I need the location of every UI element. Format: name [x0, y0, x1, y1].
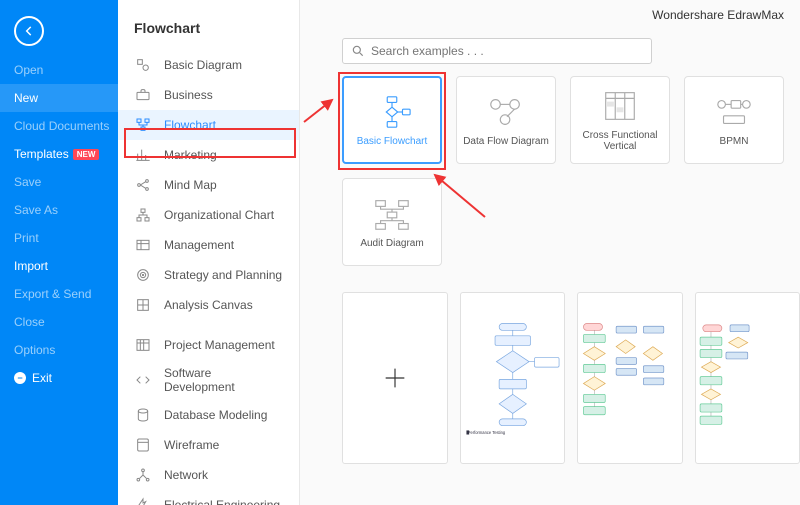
search-box[interactable]: [342, 38, 652, 64]
cat-item-flowchart[interactable]: Flowchart: [118, 110, 299, 140]
strategy-icon: [134, 266, 152, 284]
cat-item-electrical-engineering[interactable]: Electrical Engineering: [118, 490, 299, 505]
db-icon: [134, 406, 152, 424]
cat-item-organizational-chart[interactable]: Organizational Chart: [118, 200, 299, 230]
template-preview-3[interactable]: [695, 292, 800, 464]
org-icon: [134, 206, 152, 224]
sidebar-item-cloud-documents[interactable]: Cloud Documents: [0, 112, 118, 140]
basic-flowchart-icon: [372, 94, 412, 130]
project-icon: [134, 336, 152, 354]
sidebar-item-templates[interactable]: TemplatesNEW: [0, 140, 118, 168]
category-title: Flowchart: [118, 10, 299, 50]
cat-item-marketing[interactable]: Marketing: [118, 140, 299, 170]
cat-item-network[interactable]: Network: [118, 460, 299, 490]
sidebar-item-export-send[interactable]: Export & Send: [0, 280, 118, 308]
cat-item-analysis-canvas[interactable]: Analysis Canvas: [118, 290, 299, 320]
sidebar-item-close[interactable]: Close: [0, 308, 118, 336]
cards-grid: Basic Flowchart Data Flow Diagram: [342, 76, 784, 266]
card-audit-diagram[interactable]: Audit Diagram: [342, 178, 442, 266]
sidebar-item-new[interactable]: New: [0, 84, 118, 112]
template-preview-1[interactable]: Performance Testing: [460, 292, 566, 464]
sidebar-item-print[interactable]: Print: [0, 224, 118, 252]
search-wrap: [342, 38, 652, 64]
network-icon: [134, 466, 152, 484]
ee-icon: [134, 496, 152, 505]
cat-item-management[interactable]: Management: [118, 230, 299, 260]
annotation-arrow-1: [302, 96, 338, 129]
card-bpmn[interactable]: BPMN: [684, 76, 784, 164]
template-new-blank[interactable]: [342, 292, 448, 464]
bpmn-icon: [714, 94, 754, 130]
cat-item-wireframe[interactable]: Wireframe: [118, 430, 299, 460]
sidebar-item-save[interactable]: Save: [0, 168, 118, 196]
cat-item-database-modeling[interactable]: Database Modeling: [118, 400, 299, 430]
exit-icon: −: [14, 372, 26, 384]
briefcase-icon: [134, 86, 152, 104]
card-basic-flowchart[interactable]: Basic Flowchart: [342, 76, 442, 164]
cross-functional-icon: [600, 88, 640, 124]
search-input[interactable]: [371, 44, 643, 58]
cat-item-project-management[interactable]: Project Management: [118, 330, 299, 360]
cat-item-mind-map[interactable]: Mind Map: [118, 170, 299, 200]
chart-icon: [134, 146, 152, 164]
flowchart-icon: [134, 116, 152, 134]
search-icon: [351, 44, 365, 58]
cat-item-business[interactable]: Business: [118, 80, 299, 110]
basic-diagram-icon: [134, 56, 152, 74]
cat-item-strategy-planning[interactable]: Strategy and Planning: [118, 260, 299, 290]
card-data-flow-diagram[interactable]: Data Flow Diagram: [456, 76, 556, 164]
back-button[interactable]: [14, 16, 44, 46]
sidebar-item-exit[interactable]: − Exit: [0, 364, 118, 392]
mindmap-icon: [134, 176, 152, 194]
cat-item-basic-diagram[interactable]: Basic Diagram: [118, 50, 299, 80]
templates-row: Performance Testing: [342, 292, 800, 464]
cat-item-software-development[interactable]: Software Development: [118, 360, 299, 400]
category-panel: Flowchart Basic Diagram Business Flowcha…: [118, 0, 300, 505]
canvas-icon: [134, 296, 152, 314]
data-flow-icon: [486, 94, 526, 130]
mgmt-icon: [134, 236, 152, 254]
audit-diagram-icon: [372, 196, 412, 232]
software-icon: [134, 371, 152, 389]
template-preview-2[interactable]: [577, 292, 683, 464]
sidebar-item-import[interactable]: Import: [0, 252, 118, 280]
sidebar-blue: Open New Cloud Documents TemplatesNEW Sa…: [0, 0, 118, 505]
wireframe-icon: [134, 436, 152, 454]
card-cross-functional-vertical[interactable]: Cross Functional Vertical: [570, 76, 670, 164]
brand-label: Wondershare EdrawMax: [652, 8, 784, 22]
sidebar-item-open[interactable]: Open: [0, 56, 118, 84]
sidebar-item-save-as[interactable]: Save As: [0, 196, 118, 224]
sidebar-item-options[interactable]: Options: [0, 336, 118, 364]
new-badge: NEW: [73, 149, 100, 160]
main-panel: Wondershare EdrawMax Basic Flowchart: [300, 0, 800, 505]
svg-text:Performance Testing: Performance Testing: [467, 430, 504, 435]
